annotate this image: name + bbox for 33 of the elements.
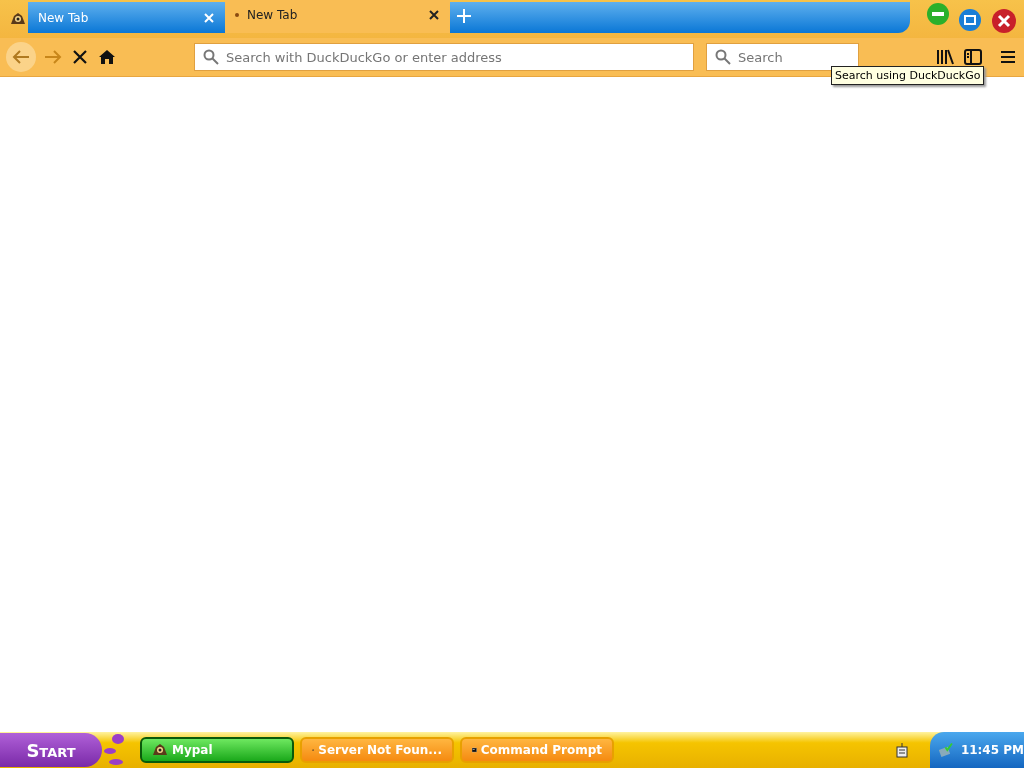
tooltip: Search using DuckDuckGo	[831, 66, 985, 85]
menu-icon	[1000, 50, 1016, 64]
close-button[interactable]	[990, 6, 1018, 34]
search-icon	[715, 49, 731, 65]
back-arrow-icon	[12, 50, 30, 64]
library-icon	[936, 49, 954, 65]
console-icon	[472, 744, 477, 756]
taskbar-button[interactable]: Server Not Foun...	[300, 737, 454, 763]
network-icon	[896, 742, 908, 758]
forward-arrow-icon	[44, 50, 62, 64]
minimize-button[interactable]	[926, 2, 950, 26]
tray-icon	[938, 742, 953, 758]
browser-icon	[152, 743, 168, 757]
app-icon	[10, 12, 26, 26]
plus-icon	[456, 8, 472, 24]
clock-time: 11:45 PM	[960, 743, 1024, 757]
sidebar-icon	[964, 49, 982, 65]
search-icon	[203, 49, 219, 65]
browser-tab[interactable]: New Tab	[28, 2, 225, 33]
address-field[interactable]: Search with DuckDuckGo or enter address	[194, 43, 694, 71]
sidebar-button[interactable]	[962, 47, 984, 67]
start-button[interactable]: Start	[0, 733, 102, 767]
search-field[interactable]: Search	[706, 43, 859, 71]
stop-icon	[72, 49, 88, 65]
menu-button[interactable]	[998, 48, 1018, 66]
taskbar-button[interactable]: Mypal	[140, 737, 294, 763]
browser-tab[interactable]: New Tab	[225, 0, 450, 33]
taskbar-button[interactable]: Command Prompt	[460, 737, 614, 763]
back-button[interactable]	[6, 42, 36, 72]
maximize-button[interactable]	[958, 8, 982, 32]
close-icon[interactable]	[428, 9, 440, 21]
home-icon	[98, 49, 116, 65]
library-button[interactable]	[934, 47, 956, 67]
